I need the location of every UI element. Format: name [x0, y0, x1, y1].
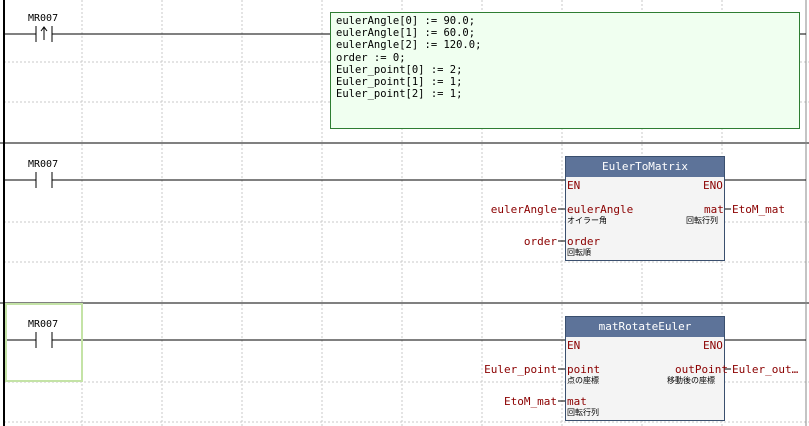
fb-title: EulerToMatrix [566, 157, 724, 177]
fb-pin-description: 回転順 [567, 248, 591, 257]
rung1-rising-edge-contact[interactable] [34, 24, 54, 44]
st-code-line: order := 0; [336, 51, 406, 64]
fb-pin-description: 回転行列 [567, 408, 599, 417]
fb-pin-description: 点の座標 [567, 376, 599, 385]
fb-pin-description: 回転行列 [686, 216, 718, 225]
st-code-line: Euler_point[0] := 2; [336, 63, 463, 76]
fb-pin-description: オイラー角 [567, 216, 607, 225]
rung2-contact-label: MR007 [28, 159, 59, 170]
input-variable[interactable]: Euler_point [484, 363, 557, 376]
fb-eno-pin: ENO [703, 339, 723, 352]
st-code-line: eulerAngle[1] := 60.0; [336, 27, 476, 40]
st-code-line: eulerAngle[2] := 120.0; [336, 39, 482, 52]
st-code-line: Euler_point[2] := 1; [336, 88, 463, 101]
cell-selection-cursor [5, 303, 83, 382]
st-code-block[interactable]: eulerAngle[0] := 90.0; eulerAngle[1] := … [330, 12, 800, 129]
fb-title: matRotateEuler [566, 317, 724, 337]
output-variable[interactable]: EtoM_mat [732, 203, 785, 216]
fb-eno-pin: ENO [703, 179, 723, 192]
fb-pin-description: 移動後の座標 [667, 376, 715, 385]
fb-en-pin: EN [567, 339, 581, 352]
rung1-contact-label: MR007 [28, 13, 59, 24]
st-code-line: eulerAngle[0] := 90.0; [336, 15, 476, 27]
input-variable[interactable]: eulerAngle [491, 203, 557, 216]
st-code-line: Euler_point[1] := 1; [336, 76, 463, 89]
ladder-diagram-editor[interactable]: MR007 eulerAngle[0] := 90.0; eulerAngle[… [0, 0, 809, 426]
input-variable[interactable]: order [524, 235, 557, 248]
rung2-normally-open-contact[interactable] [34, 170, 54, 190]
output-variable[interactable]: Euler_out… [732, 363, 798, 376]
fb-en-pin: EN [567, 179, 581, 192]
input-variable[interactable]: EtoM_mat [504, 395, 557, 408]
